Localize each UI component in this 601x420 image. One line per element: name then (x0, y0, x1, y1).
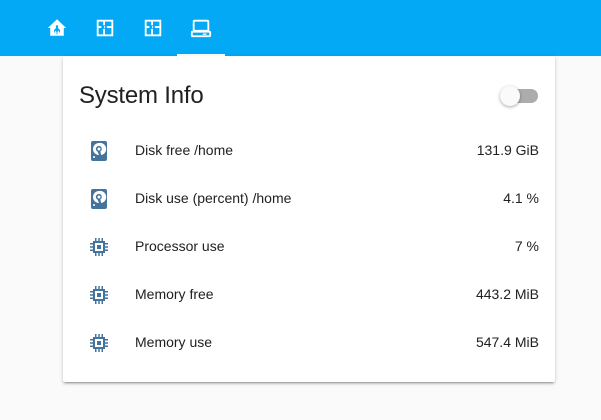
tab-floorplan-1[interactable] (81, 0, 129, 56)
home-assistant-icon (47, 19, 67, 36)
harddisk-icon (87, 187, 111, 211)
entity-value: 131.9 GiB (476, 142, 539, 158)
entity-label: Processor use (135, 238, 225, 254)
entity-value: 4.1 % (503, 190, 539, 206)
floorplan-icon (96, 19, 114, 37)
tab-system[interactable] (177, 0, 225, 56)
entity-value: 443.2 MiB (475, 286, 539, 302)
entity-value: 547.4 MiB (475, 334, 539, 350)
chip-icon (87, 331, 111, 355)
entity-label: Memory use (135, 334, 213, 350)
entity-row-processor-use[interactable]: Processor use 7 % (63, 223, 555, 271)
entity-list: Disk free /home 131.9 GiB Disk use (perc… (63, 127, 555, 367)
entity-label: Disk free /home (135, 142, 234, 158)
entity-row-disk-free[interactable]: Disk free /home 131.9 GiB (63, 127, 555, 175)
entity-row-disk-use[interactable]: Disk use (percent) /home 4.1 % (63, 175, 555, 223)
view-tabs (33, 0, 225, 56)
toggle-thumb (500, 86, 520, 106)
entity-label: Memory free (135, 286, 214, 302)
card-toggle[interactable] (500, 85, 538, 107)
system-info-card: System Info Disk free /home 131.9 GiB Di… (63, 56, 555, 382)
entity-label: Disk use (percent) /home (135, 190, 292, 206)
entity-row-memory-use[interactable]: Memory use 547.4 MiB (63, 319, 555, 367)
harddisk-icon (87, 139, 111, 163)
chip-icon (87, 235, 111, 259)
chip-icon (87, 283, 111, 307)
card-title: System Info (79, 82, 204, 109)
top-toolbar (0, 0, 601, 56)
tab-home[interactable] (33, 0, 81, 56)
entity-row-memory-free[interactable]: Memory free 443.2 MiB (63, 271, 555, 319)
tab-floorplan-2[interactable] (129, 0, 177, 56)
entity-value: 7 % (514, 238, 539, 254)
floorplan-icon (144, 19, 162, 37)
server-computer-icon (190, 19, 212, 38)
